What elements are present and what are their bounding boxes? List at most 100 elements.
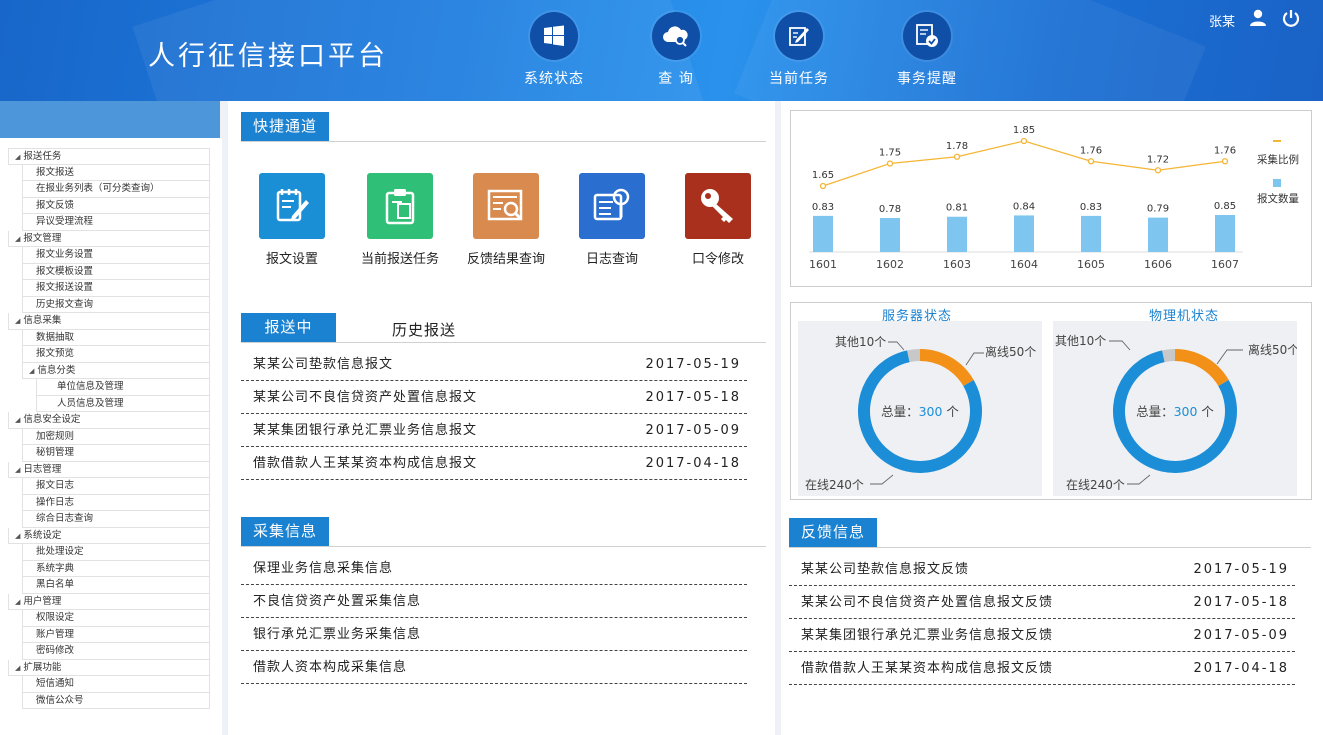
expand-triangle-icon[interactable]: ◢ (15, 232, 20, 247)
sidebar-item[interactable]: ◢ 用户管理 (8, 593, 210, 610)
report-row[interactable]: 某某集团银行承兑汇票业务信息报文 2017-05-09 (241, 414, 747, 447)
sidebar-header-bar (0, 101, 220, 138)
sidebar-item[interactable]: ◢ 报送任务 (8, 148, 210, 165)
row-date: 2017-05-18 (1193, 595, 1289, 610)
sidebar-item[interactable]: 报文预览 (22, 346, 210, 363)
app-title: 人行征信接口平台 (148, 41, 388, 72)
expand-triangle-icon[interactable]: ◢ (15, 595, 20, 610)
sidebar-item[interactable]: 人员信息及管理 (36, 395, 210, 412)
nav-current-tasks[interactable]: 当前任务 (744, 12, 854, 88)
collect-row[interactable]: 保理业务信息采集信息 (241, 552, 747, 585)
sidebar-item[interactable]: 加密规则 (22, 428, 210, 445)
sidebar-item[interactable]: 历史报文查询 (22, 296, 210, 313)
sidebar-item[interactable]: 系统字典 (22, 560, 210, 577)
sidebar-item[interactable]: 单位信息及管理 (36, 379, 210, 396)
power-icon[interactable] (1281, 8, 1301, 32)
collect-row[interactable]: 不良信贷资产处置采集信息 (241, 585, 747, 618)
sidebar-item[interactable]: 在报业务列表（可分类查询） (22, 181, 210, 198)
sidebar-item-label: 扩展功能 (23, 661, 62, 673)
report-row[interactable]: 某某公司垫款信息报文 2017-05-19 (241, 348, 747, 381)
sidebar-item[interactable]: 黑白名单 (22, 577, 210, 594)
sidebar-item[interactable]: ◢ 报文管理 (8, 230, 210, 247)
bar-data-label: 0.78 (879, 204, 901, 215)
sidebar-item-label: 密码修改 (36, 645, 75, 656)
sidebar-item[interactable]: ◢ 信息分类 (22, 362, 210, 379)
sidebar-item[interactable]: 权限设定 (22, 610, 210, 627)
sidebar-item[interactable]: ◢ 信息采集 (8, 313, 210, 330)
sidebar-item[interactable]: 报文模板设置 (22, 263, 210, 280)
sidebar-item[interactable]: 密码修改 (22, 643, 210, 660)
feedback-row[interactable]: 某某公司垫款信息报文反馈 2017-05-19 (789, 553, 1295, 586)
donut-slice (1174, 349, 1229, 387)
sidebar-item-label: 信息安全设定 (23, 414, 81, 425)
quick-current-tasks[interactable]: 当前报送任务 (350, 173, 450, 267)
user-icon[interactable] (1249, 9, 1267, 31)
line-point (1154, 167, 1162, 174)
tab-history[interactable]: 历史报送 (392, 319, 456, 340)
feedback-row[interactable]: 某某公司不良信贷资产处置信息报文反馈 2017-05-18 (789, 586, 1295, 619)
sidebar-item[interactable]: ◢ 系统设定 (8, 527, 210, 544)
sidebar-item[interactable]: 批处理设定 (22, 544, 210, 561)
windows-icon (530, 12, 578, 60)
sidebar-item[interactable]: 异议受理流程 (22, 214, 210, 231)
feedback-row[interactable]: 借款借款人王某某资本构成信息报文反馈 2017-04-18 (789, 652, 1295, 685)
combo-chart: 0.83 0.78 0.81 0.84 0.83 0.79 0.85 1.65 1.75 1.78… (809, 125, 1299, 271)
sidebar-item-label: 数据抽取 (36, 331, 75, 343)
nav-reminders[interactable]: 事务提醒 (872, 12, 982, 88)
expand-triangle-icon[interactable]: ◢ (15, 150, 20, 164)
sidebar-item-label: 报文管理 (23, 232, 62, 244)
tab-reporting[interactable]: 报送中 (241, 313, 336, 342)
report-row[interactable]: 借款借款人王某某资本构成信息报文 2017-04-18 (241, 447, 747, 480)
nav-system-status[interactable]: 系统状态 (499, 12, 609, 88)
sidebar-item[interactable]: 短信通知 (22, 676, 210, 693)
expand-triangle-icon[interactable]: ◢ (15, 314, 20, 329)
sidebar-item[interactable]: 报文业务设置 (22, 247, 210, 264)
x-tick-label: 1604 (1010, 258, 1038, 271)
expand-triangle-icon[interactable]: ◢ (29, 364, 34, 379)
quick-log-query[interactable]: 日志查询 (562, 173, 662, 267)
slice-label: 离线50个 (1248, 342, 1297, 357)
collect-row[interactable]: 借款人资本构成采集信息 (241, 651, 747, 684)
sidebar-item[interactable]: 报文报送设置 (22, 280, 210, 297)
key-icon (685, 173, 751, 239)
line-point (886, 160, 894, 167)
sidebar-item[interactable]: 数据抽取 (22, 329, 210, 346)
log-search-icon (579, 173, 645, 239)
donut-total: 总量：300 个 (881, 404, 959, 419)
leader-line (888, 341, 905, 351)
sidebar-item[interactable]: 账户管理 (22, 626, 210, 643)
quick-password-change[interactable]: 口令修改 (668, 173, 768, 267)
sidebar-item[interactable]: 操作日志 (22, 494, 210, 511)
sidebar-item[interactable]: 报文反馈 (22, 197, 210, 214)
bar (1148, 217, 1168, 252)
clipboard-icon (367, 173, 433, 239)
sidebar-item[interactable]: ◢ 信息安全设定 (8, 412, 210, 429)
collect-row[interactable]: 银行承兑汇票业务采集信息 (241, 618, 747, 651)
x-tick-label: 1606 (1144, 258, 1172, 271)
feedback-info-title: 反馈信息 (789, 518, 878, 547)
sidebar-item[interactable]: ◢ 日志管理 (8, 461, 210, 478)
sidebar-item-label: 秘钥管理 (36, 447, 75, 458)
nav-query[interactable]: 查 询 (621, 12, 731, 88)
sidebar-item[interactable]: 报文报送 (22, 164, 210, 181)
sidebar-item[interactable]: 秘钥管理 (22, 445, 210, 462)
report-row[interactable]: 某某公司不良信贷资产处置信息报文 2017-05-18 (241, 381, 747, 414)
expand-triangle-icon[interactable]: ◢ (15, 661, 20, 676)
sidebar-item[interactable]: ◢ 扩展功能 (8, 659, 210, 676)
sidebar-item[interactable]: 报文日志 (22, 478, 210, 495)
feedback-row[interactable]: 某某集团银行承兑汇票业务信息报文反馈 2017-05-09 (789, 619, 1295, 652)
sidebar-item[interactable]: 微信公众号 (22, 692, 210, 709)
leader-line (1127, 474, 1151, 485)
expand-triangle-icon[interactable]: ◢ (15, 413, 20, 428)
expand-triangle-icon[interactable]: ◢ (15, 463, 20, 478)
quick-report-settings[interactable]: 报文设置 (242, 173, 342, 267)
donut-slice (907, 349, 921, 363)
sidebar-item-label: 单位信息及管理 (57, 381, 124, 392)
sidebar-item-label: 报送任务 (23, 151, 62, 162)
expand-triangle-icon[interactable]: ◢ (15, 529, 20, 544)
bar (813, 215, 833, 252)
sidebar-item-label: 批处理设定 (36, 546, 84, 557)
bar-data-label: 0.81 (946, 203, 968, 214)
sidebar-item[interactable]: 综合日志查询 (22, 511, 210, 528)
quick-feedback-query[interactable]: 反馈结果查询 (456, 173, 556, 267)
